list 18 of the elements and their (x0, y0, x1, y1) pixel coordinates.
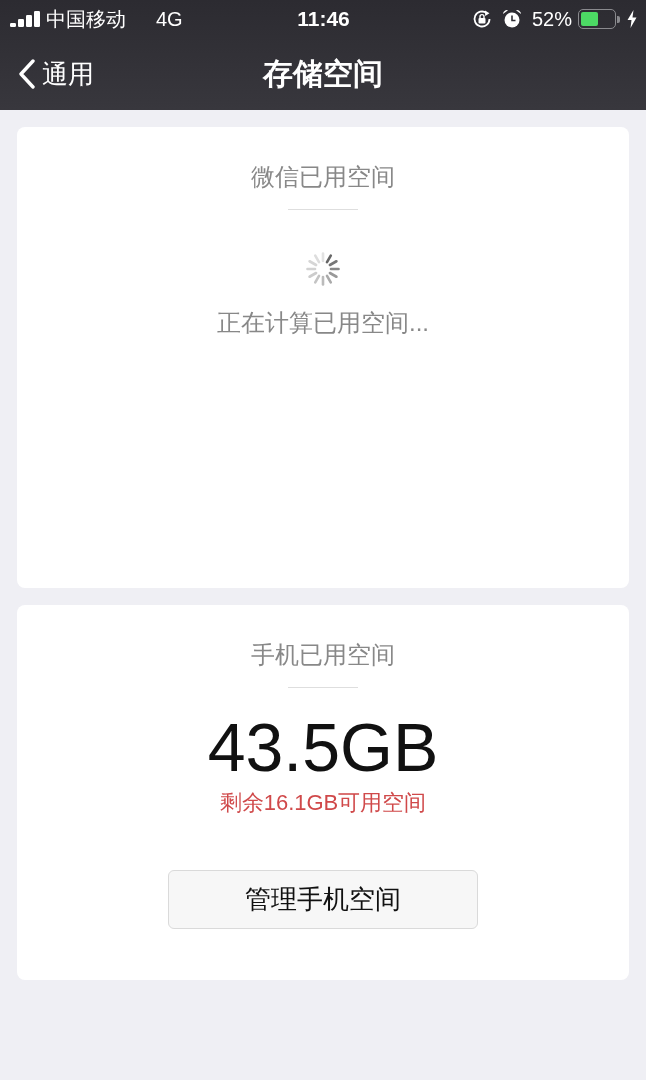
section-title: 微信已用空间 (251, 162, 395, 192)
loading-message: 正在计算已用空间... (217, 308, 429, 338)
network-type: 4G (156, 7, 183, 31)
rotation-lock-icon (471, 9, 492, 29)
section-title: 手机已用空间 (251, 640, 395, 670)
back-button[interactable]: 通用 (18, 56, 94, 92)
chevron-left-icon (18, 59, 36, 89)
manage-storage-button[interactable]: 管理手机空间 (168, 870, 478, 929)
battery-percentage: 52% (531, 7, 572, 31)
used-storage-value: 43.5GB (207, 712, 439, 782)
clock-time: 11:46 (297, 7, 350, 31)
signal-icon (10, 11, 40, 27)
carrier-name: 中国移动 (46, 6, 126, 32)
page-title: 存储空间 (263, 55, 383, 92)
alarm-clock-icon (501, 9, 522, 29)
spinner-icon (306, 252, 340, 286)
battery-icon (578, 9, 616, 29)
remaining-storage-text: 剩余16.1GB可用空间 (219, 790, 427, 816)
